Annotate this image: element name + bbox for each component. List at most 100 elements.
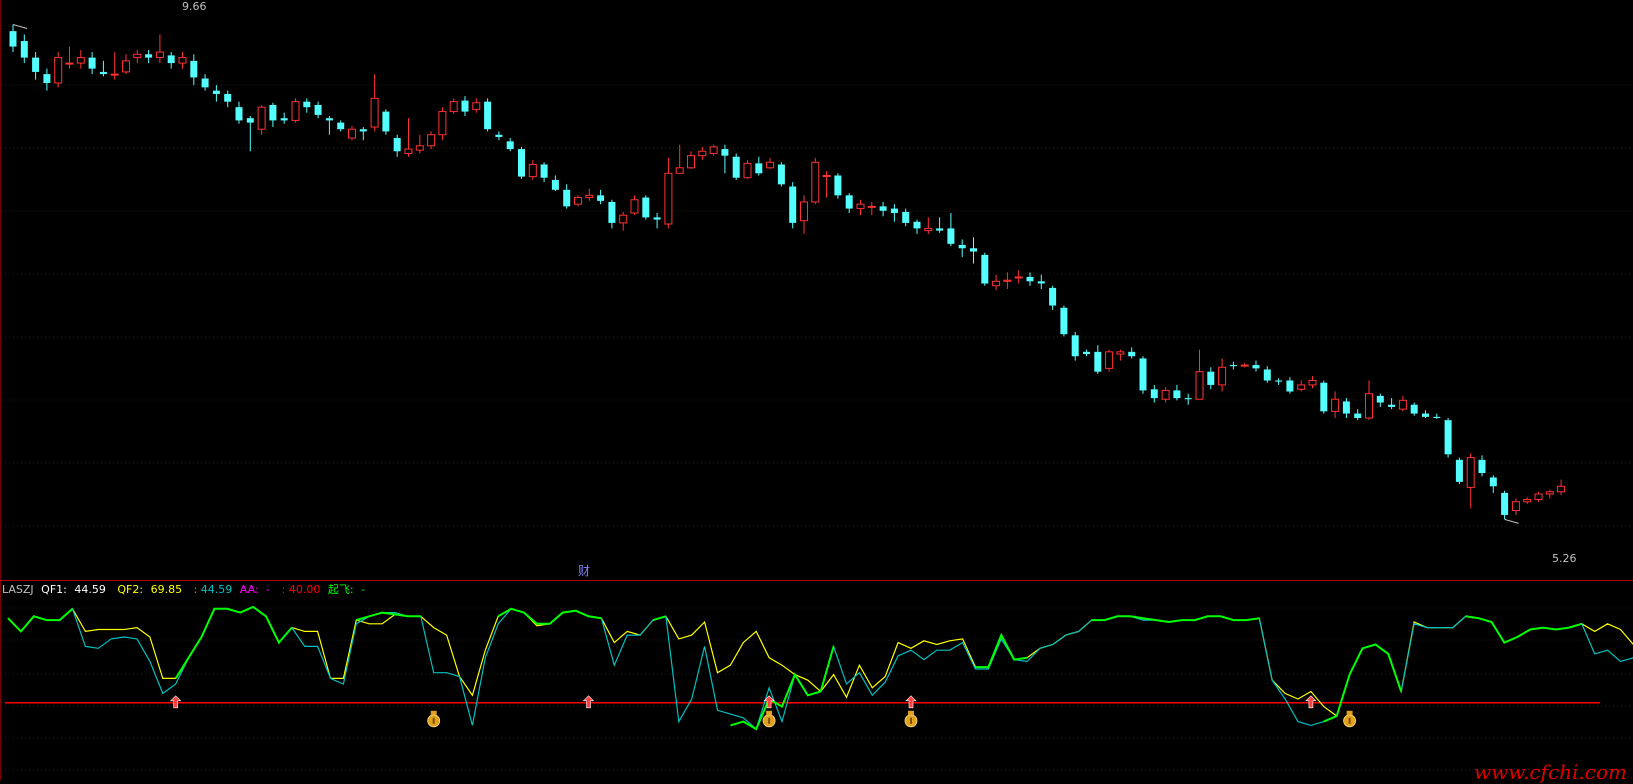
candle[interactable] [99,60,107,77]
candle[interactable] [1049,285,1057,310]
candle[interactable] [755,156,763,176]
candle[interactable] [506,138,514,152]
candle[interactable] [675,144,684,174]
candle[interactable] [867,201,876,216]
candle[interactable] [913,219,921,234]
candle[interactable] [947,212,955,247]
candle[interactable] [902,208,910,227]
candle[interactable] [1297,380,1306,392]
candle[interactable] [1365,380,1373,421]
candle[interactable] [540,162,548,183]
candle[interactable] [1489,475,1497,493]
candle[interactable] [924,217,933,234]
candle[interactable] [1026,272,1034,286]
buy-arrow-icon[interactable] [169,695,182,709]
candle[interactable] [370,74,379,132]
candle[interactable] [43,68,51,91]
candle[interactable] [314,101,322,119]
candle[interactable] [642,195,650,220]
candle[interactable] [619,211,628,231]
candle[interactable] [76,49,85,69]
candle[interactable] [145,49,153,64]
candle[interactable] [1128,347,1136,359]
candle[interactable] [1195,349,1204,400]
candle[interactable] [32,52,40,80]
candle[interactable] [337,120,345,132]
candle[interactable] [54,52,63,88]
candle[interactable] [608,199,616,229]
candle[interactable] [133,49,142,64]
candle[interactable] [1184,393,1192,405]
candle[interactable] [9,24,17,53]
candle[interactable] [415,134,424,154]
candle[interactable] [777,162,785,187]
candle[interactable] [1116,349,1125,361]
candle[interactable] [890,204,898,222]
candle[interactable] [201,74,209,91]
candle[interactable] [630,195,639,216]
candle[interactable] [1094,345,1102,374]
candle[interactable] [1354,409,1362,421]
candle[interactable] [303,98,311,113]
candle[interactable] [1003,272,1012,290]
money-bag-icon[interactable] [1343,710,1356,728]
candle[interactable] [1037,274,1045,290]
candle[interactable] [811,157,820,205]
candle[interactable] [698,146,707,161]
candle[interactable] [1218,358,1227,392]
candle[interactable] [472,98,481,113]
money-bag-icon[interactable] [904,710,918,728]
candle[interactable] [856,199,865,216]
candle[interactable] [1455,457,1463,485]
candle[interactable] [1398,395,1407,412]
candle[interactable] [528,160,537,180]
candle[interactable] [269,102,277,128]
candle[interactable] [235,101,243,124]
candle[interactable] [393,134,401,157]
candle[interactable] [970,237,977,264]
candle[interactable] [1071,332,1079,361]
candle[interactable] [1466,453,1475,509]
candle[interactable] [212,85,220,102]
candle[interactable] [122,54,130,75]
candle[interactable] [1545,489,1554,499]
candle[interactable] [257,104,266,135]
candle[interactable] [291,98,300,123]
candle[interactable] [709,144,718,156]
candle[interactable] [664,157,673,229]
candle[interactable] [1523,497,1532,504]
candle[interactable] [1150,384,1158,403]
candle[interactable] [1331,391,1340,418]
candle[interactable] [224,90,232,108]
candle[interactable] [1410,402,1418,416]
candle[interactable] [992,274,1001,291]
candle[interactable] [427,131,436,150]
candle[interactable] [743,160,752,179]
candle[interactable] [597,189,605,205]
candle[interactable] [65,46,74,69]
candle[interactable] [1014,270,1023,284]
candle[interactable] [822,171,831,198]
candle[interactable] [178,52,187,69]
candle[interactable] [518,146,525,179]
candle[interactable] [110,52,119,80]
candle[interactable] [800,195,808,234]
money-bag-icon[interactable] [762,710,776,728]
candle[interactable] [1060,305,1068,337]
candle[interactable] [359,127,367,141]
candle[interactable] [1376,393,1384,407]
candle[interactable] [1083,349,1090,357]
candle[interactable] [438,107,447,141]
candle[interactable] [653,212,661,229]
candle[interactable] [246,116,254,152]
candle[interactable] [1444,417,1452,458]
candle[interactable] [958,239,966,258]
candle[interactable] [325,116,333,135]
candle[interactable] [834,173,842,199]
candle[interactable] [981,252,989,286]
candle[interactable] [1478,455,1486,477]
finance-marker-icon[interactable]: 财 [578,562,591,579]
candle[interactable] [1263,366,1271,383]
candle[interactable] [382,109,390,135]
candle[interactable] [1342,398,1350,418]
